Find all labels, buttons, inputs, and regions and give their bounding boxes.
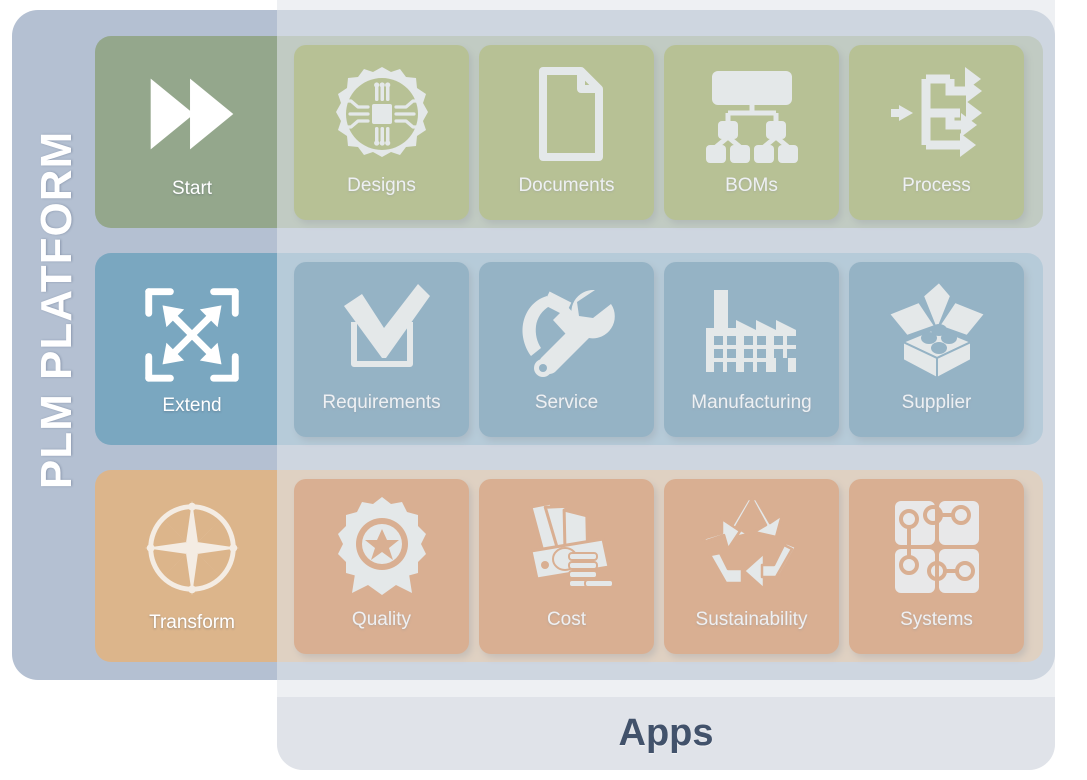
row-band-transform: Transform Quality Cost Sustainability Sy… xyxy=(95,470,1043,662)
tiles-start: Designs Documents BOMs Process xyxy=(289,36,1043,228)
tile-sustainability[interactable]: Sustainability xyxy=(664,478,839,654)
stage-label: Start xyxy=(171,178,213,199)
tile-requirements[interactable]: Requirements xyxy=(294,261,469,437)
tile-supplier[interactable]: Supplier xyxy=(849,261,1024,437)
factory-icon xyxy=(691,276,813,386)
recycle-icon xyxy=(691,493,813,603)
process-flow-arrows-icon xyxy=(876,59,998,169)
page-title: PLM PLATFORM xyxy=(32,130,81,490)
tiles-transform: Quality Cost Sustainability Systems xyxy=(289,470,1043,662)
plm-platform-shell: PLM PLATFORM Start Designs Documents BOM… xyxy=(12,10,1055,680)
tile-label: Manufacturing xyxy=(691,391,812,413)
apps-label: Apps xyxy=(618,712,714,754)
money-coins-icon xyxy=(506,493,628,603)
tile-label: Service xyxy=(534,391,599,413)
tile-service[interactable]: Service xyxy=(479,261,654,437)
stage-extend[interactable]: Extend xyxy=(95,253,289,445)
stage-start[interactable]: Start xyxy=(95,36,289,228)
tile-process[interactable]: Process xyxy=(849,44,1024,220)
tile-label: Systems xyxy=(900,608,973,630)
hierarchy-tree-icon xyxy=(691,59,813,169)
tile-manufacturing[interactable]: Manufacturing xyxy=(664,261,839,437)
fast-forward-icon xyxy=(133,58,251,170)
tile-label: Supplier xyxy=(901,391,972,413)
stage-label: Extend xyxy=(162,395,222,416)
hammer-wrench-icon xyxy=(506,276,628,386)
open-box-icon xyxy=(876,276,998,386)
compass-rose-icon xyxy=(133,492,251,604)
row-band-extend: Extend Requirements Service Manufacturin… xyxy=(95,253,1043,445)
tile-label: Quality xyxy=(351,608,412,630)
document-page-icon xyxy=(506,59,628,169)
tile-label: Process xyxy=(902,174,971,196)
checkmark-box-icon xyxy=(321,276,443,386)
tile-label: Cost xyxy=(546,608,587,630)
tile-label: Documents xyxy=(518,174,615,196)
tiles-extend: Requirements Service Manufacturing Suppl… xyxy=(289,253,1043,445)
row-band-start: Start Designs Documents BOMs Process xyxy=(95,36,1043,228)
tile-label: Requirements xyxy=(322,391,441,413)
award-ribbon-icon xyxy=(321,493,443,603)
apps-footer: Apps xyxy=(277,697,1055,770)
tile-label: Sustainability xyxy=(695,608,808,630)
stage-transform[interactable]: Transform xyxy=(95,470,289,662)
tile-boms[interactable]: BOMs xyxy=(664,44,839,220)
stage-label: Transform xyxy=(149,612,235,633)
tile-quality[interactable]: Quality xyxy=(294,478,469,654)
tile-designs[interactable]: Designs xyxy=(294,44,469,220)
expand-arrows-icon xyxy=(133,275,251,387)
tile-label: BOMs xyxy=(725,174,778,196)
tile-documents[interactable]: Documents xyxy=(479,44,654,220)
tile-systems[interactable]: Systems xyxy=(849,478,1024,654)
tile-cost[interactable]: Cost xyxy=(479,478,654,654)
tile-label: Designs xyxy=(347,174,416,196)
gear-chip-icon xyxy=(321,59,443,169)
systems-nodes-icon xyxy=(876,493,998,603)
